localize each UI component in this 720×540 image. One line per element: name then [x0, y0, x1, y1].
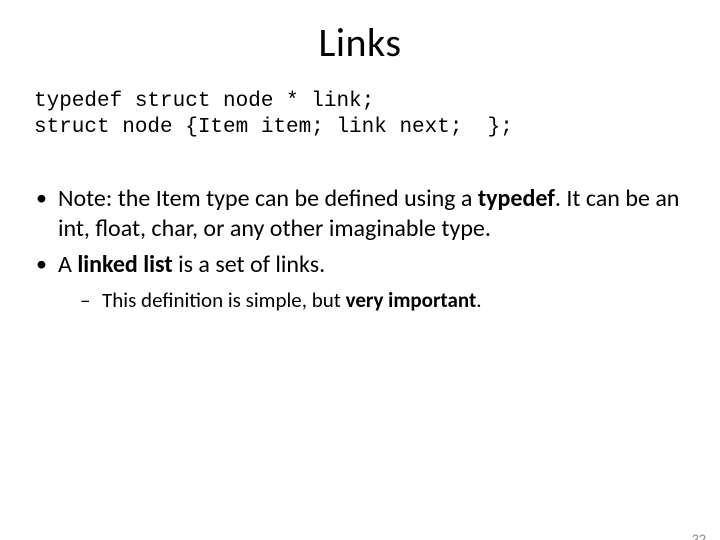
slide: Links typedef struct node * link; struct… — [0, 18, 720, 540]
bullet-2: A linked list is a set of links. This de… — [34, 250, 680, 314]
sub-bullet-1-pre: This definition is simple, but — [102, 287, 346, 313]
slide-title: Links — [0, 18, 720, 67]
bullet-1-pre: Note: the Item type can be defined using… — [58, 184, 478, 213]
bullet-1: Note: the Item type can be defined using… — [34, 184, 680, 244]
sub-bullet-1: This definition is simple, but very impo… — [58, 286, 680, 314]
code-line-2: struct node {Item item; link next; }; — [34, 116, 513, 139]
bullet-2-post: is a set of links. — [173, 250, 326, 279]
code-block: typedef struct node * link; struct node … — [34, 89, 686, 142]
sub-bullet-1-bold: very important — [346, 287, 477, 313]
body-text: Note: the Item type can be defined using… — [34, 184, 680, 314]
bullet-2-bold: linked list — [77, 250, 172, 279]
bullet-2-pre: A — [58, 250, 77, 279]
sub-bullet-1-post: . — [476, 287, 481, 313]
page-number: 32 — [692, 531, 706, 540]
code-line-1: typedef struct node * link; — [34, 90, 374, 113]
bullet-1-bold: typedef — [478, 184, 555, 213]
